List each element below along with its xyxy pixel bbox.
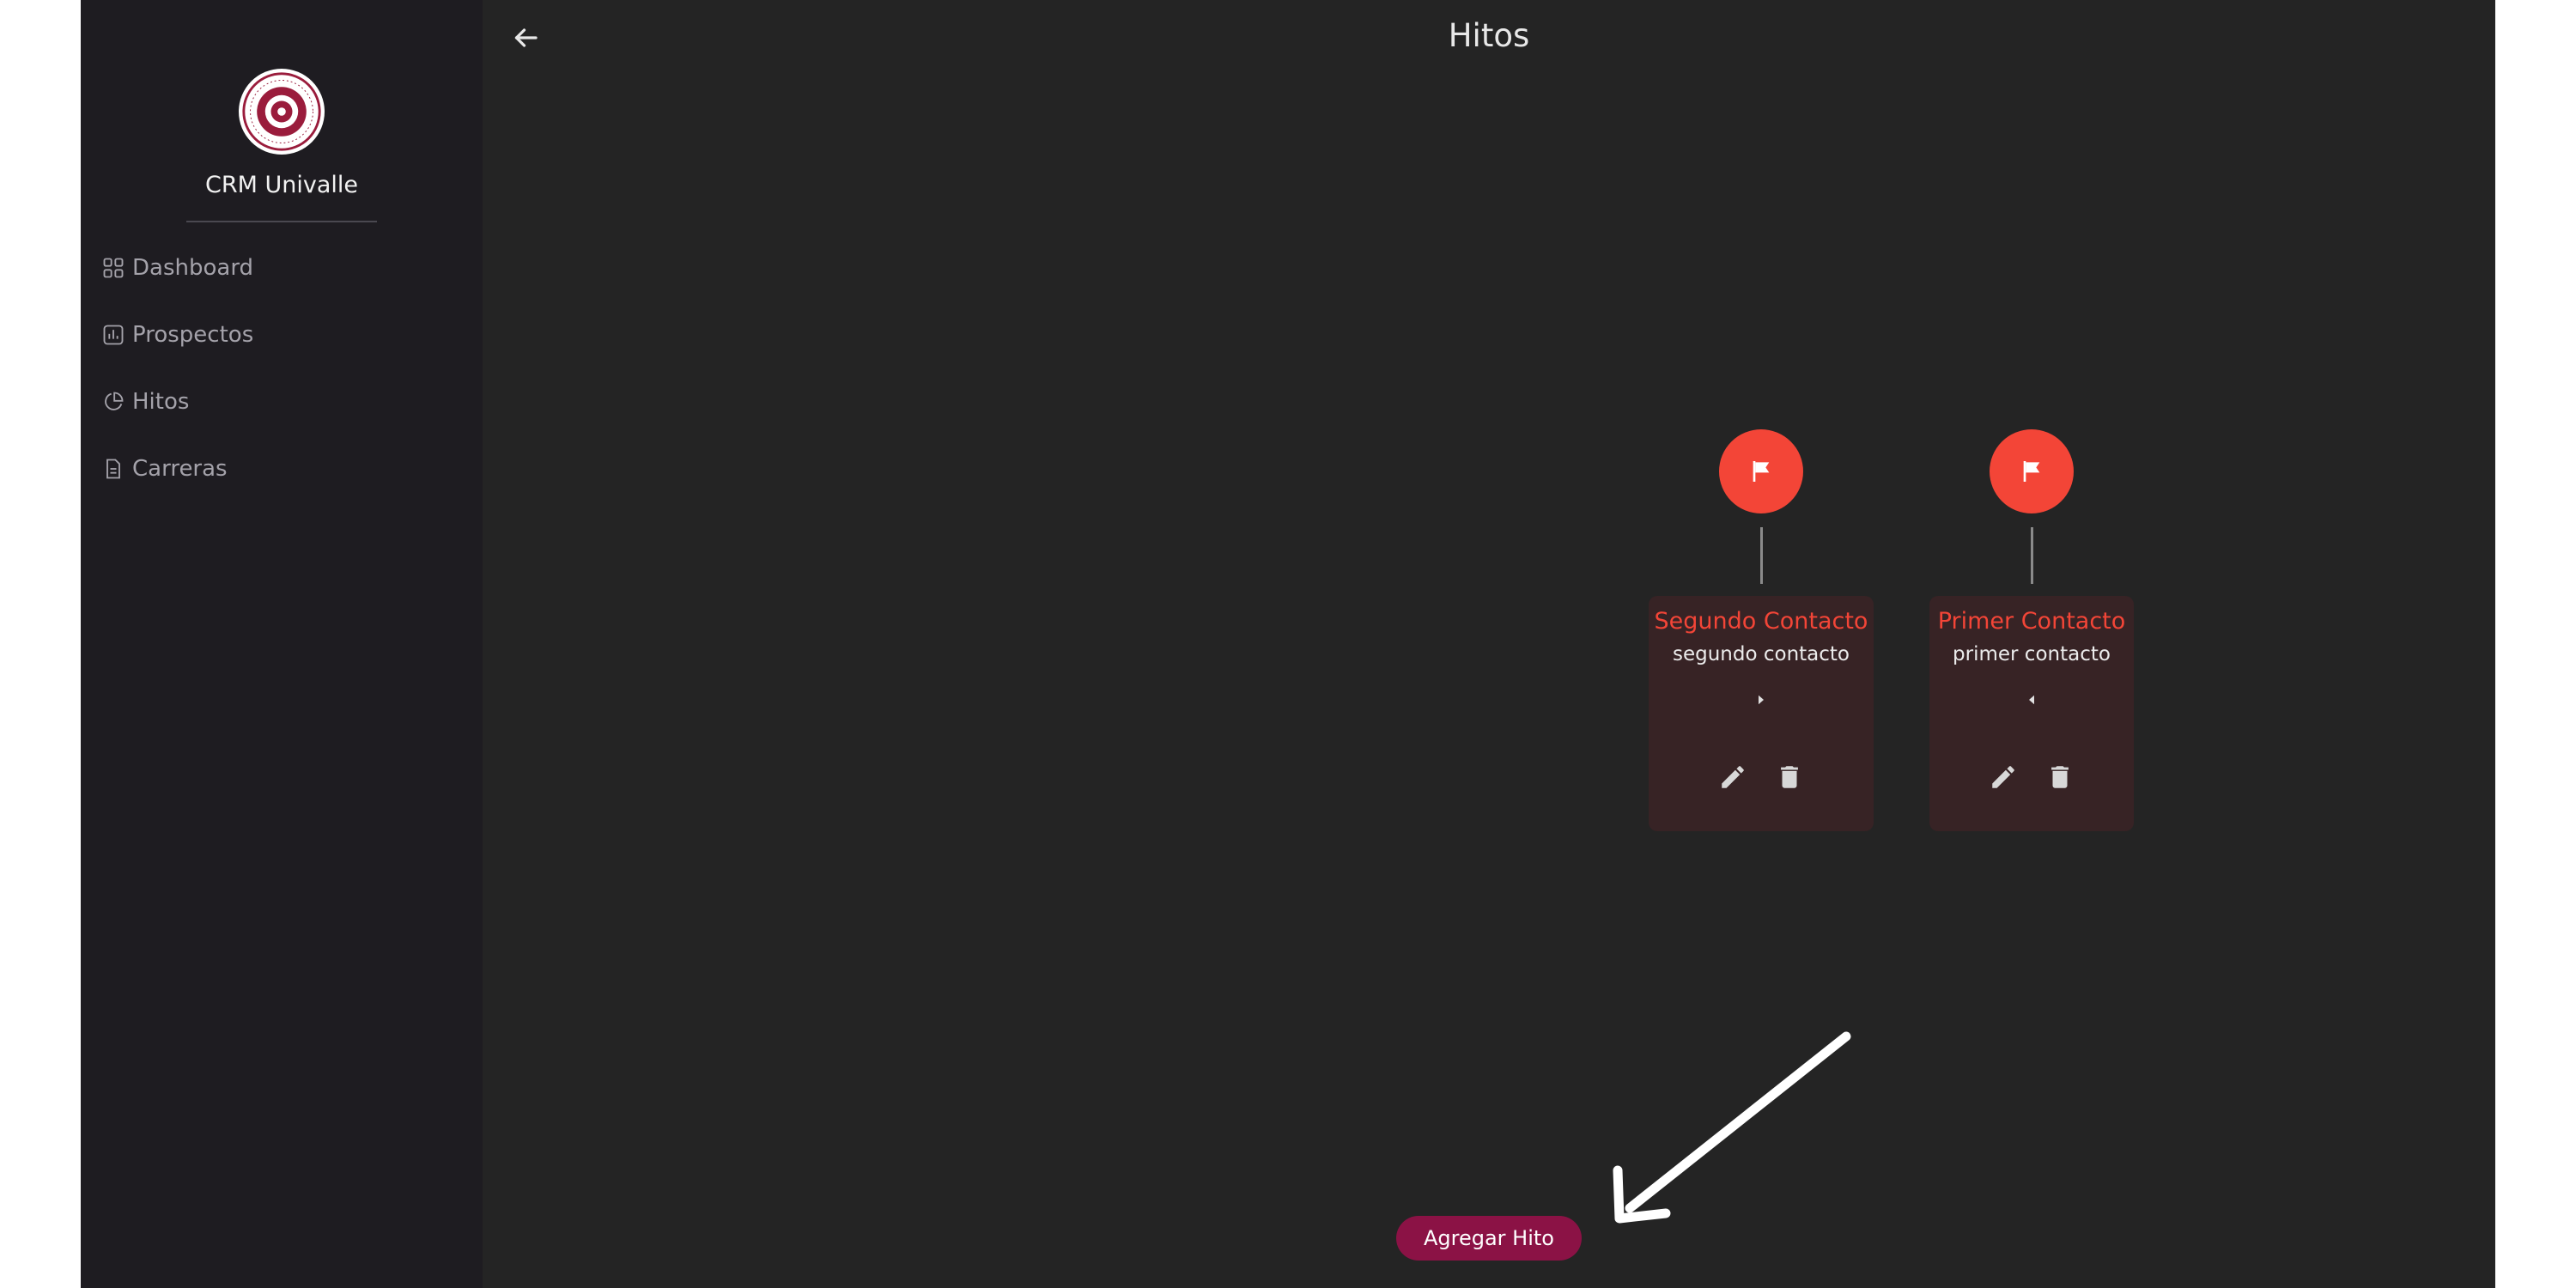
flag-icon	[1753, 461, 1770, 482]
timeline-connector	[2030, 527, 2033, 584]
delete-button[interactable]	[2044, 762, 2075, 793]
sidebar-item-label: Hitos	[132, 389, 190, 415]
milestone-flag-marker	[1719, 429, 1803, 513]
chevron-right-icon	[1759, 695, 1764, 705]
move-left-button[interactable]	[2023, 691, 2040, 708]
move-right-button[interactable]	[1753, 691, 1770, 708]
delete-button[interactable]	[1774, 762, 1805, 793]
university-logo	[239, 69, 325, 155]
milestone-title: Segundo Contacto	[1654, 608, 1868, 635]
sidebar: CRM Univalle Dashboard Prospectos Hitos …	[81, 0, 483, 1288]
main-content: Hitos Segundo Contacto segundo contacto	[483, 0, 2495, 1288]
milestone-item: Primer Contacto primer contacto	[1929, 429, 2134, 831]
university-seal-icon	[242, 72, 321, 151]
app-title: CRM Univalle	[204, 172, 358, 198]
sidebar-item-hitos[interactable]: Hitos	[101, 385, 253, 419]
milestone-flag-marker	[1990, 429, 2074, 513]
pencil-icon	[1992, 766, 2014, 788]
bar-chart-icon	[101, 323, 125, 347]
sidebar-item-label: Dashboard	[132, 255, 254, 281]
sidebar-item-label: Carreras	[132, 456, 228, 482]
page-title: Hitos	[1448, 17, 1530, 54]
edit-button[interactable]	[1717, 762, 1748, 793]
chevron-left-icon	[2029, 695, 2034, 705]
document-icon	[101, 457, 125, 481]
sidebar-item-dashboard[interactable]: Dashboard	[101, 251, 253, 285]
pie-chart-icon	[101, 390, 125, 414]
milestone-description: segundo contacto	[1672, 643, 1850, 665]
pencil-icon	[1722, 766, 1744, 788]
milestone-description: primer contacto	[1953, 643, 2111, 665]
milestone-card: Primer Contacto primer contacto	[1929, 596, 2134, 831]
dashboard-grid-icon	[101, 256, 125, 280]
milestone-card: Segundo Contacto segundo contacto	[1649, 596, 1874, 831]
sidebar-nav: Dashboard Prospectos Hitos Carreras	[101, 251, 253, 519]
edit-button[interactable]	[1988, 762, 2019, 793]
sidebar-item-label: Prospectos	[132, 322, 254, 348]
app-window: CRM Univalle Dashboard Prospectos Hitos …	[81, 0, 2495, 1288]
milestone-title: Primer Contacto	[1937, 608, 2126, 635]
sidebar-item-carreras[interactable]: Carreras	[101, 452, 253, 486]
milestone-item: Segundo Contacto segundo contacto	[1649, 429, 1874, 831]
flag-icon	[2023, 461, 2040, 482]
annotation-arrow-icon	[1613, 1031, 1851, 1224]
sidebar-item-prospectos[interactable]: Prospectos	[101, 318, 253, 352]
milestone-actions	[1988, 762, 2075, 793]
add-milestone-button[interactable]: Agregar Hito	[1396, 1216, 1582, 1261]
milestone-actions	[1717, 762, 1805, 793]
sidebar-divider	[186, 221, 377, 222]
trash-icon	[1781, 766, 1798, 788]
trash-icon	[2051, 766, 2069, 788]
timeline-connector	[1759, 527, 1763, 584]
